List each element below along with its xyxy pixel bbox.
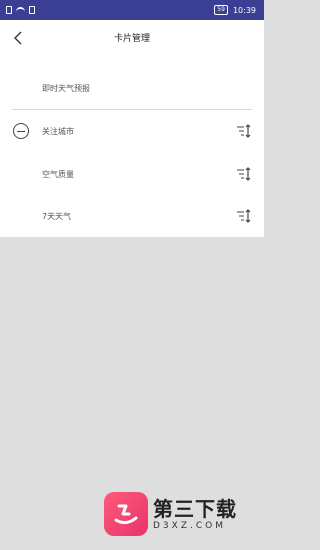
divider bbox=[12, 109, 252, 110]
status-time: 10:39 bbox=[232, 5, 256, 15]
status-icons-left bbox=[6, 6, 35, 14]
sim-icon bbox=[6, 6, 12, 14]
card-label: 空气质量 bbox=[42, 169, 74, 179]
watermark-subtitle: D3XZ.COM bbox=[153, 521, 226, 531]
status-bar: 59 10:39 bbox=[0, 0, 264, 20]
download-logo-icon bbox=[104, 492, 148, 536]
remove-card-icon[interactable] bbox=[13, 123, 29, 139]
nav-bar: 卡片管理 bbox=[0, 20, 264, 56]
watermark-title: 第三下载 bbox=[153, 497, 237, 521]
page-title: 卡片管理 bbox=[113, 34, 150, 44]
status-icons-right: 59 10:39 bbox=[214, 5, 256, 15]
card-label: 关注城市 bbox=[42, 126, 74, 136]
drag-handle-icon[interactable] bbox=[236, 124, 252, 138]
drag-handle-icon[interactable] bbox=[236, 167, 252, 181]
card-management-panel: 卡片管理 即时天气预报 关注城市 空气质量 7天天气 bbox=[0, 20, 264, 237]
card-row-realtime-forecast: 即时天气预报 bbox=[0, 73, 264, 103]
download-arrow-icon bbox=[114, 504, 138, 525]
battery-icon: 59 bbox=[214, 5, 228, 15]
card-label: 7天天气 bbox=[42, 211, 72, 221]
watermark-text: 第三下载 D3XZ.COM bbox=[153, 497, 237, 531]
card-row-followed-cities: 关注城市 bbox=[0, 116, 264, 146]
card-row-7day-weather: 7天天气 bbox=[0, 201, 264, 231]
drag-handle-icon[interactable] bbox=[236, 209, 252, 223]
card-label: 即时天气预报 bbox=[42, 83, 90, 93]
watermark: 第三下载 D3XZ.COM bbox=[104, 492, 237, 536]
card-row-air-quality: 空气质量 bbox=[0, 159, 264, 189]
notification-icon bbox=[29, 6, 35, 14]
wifi-icon bbox=[16, 6, 25, 14]
